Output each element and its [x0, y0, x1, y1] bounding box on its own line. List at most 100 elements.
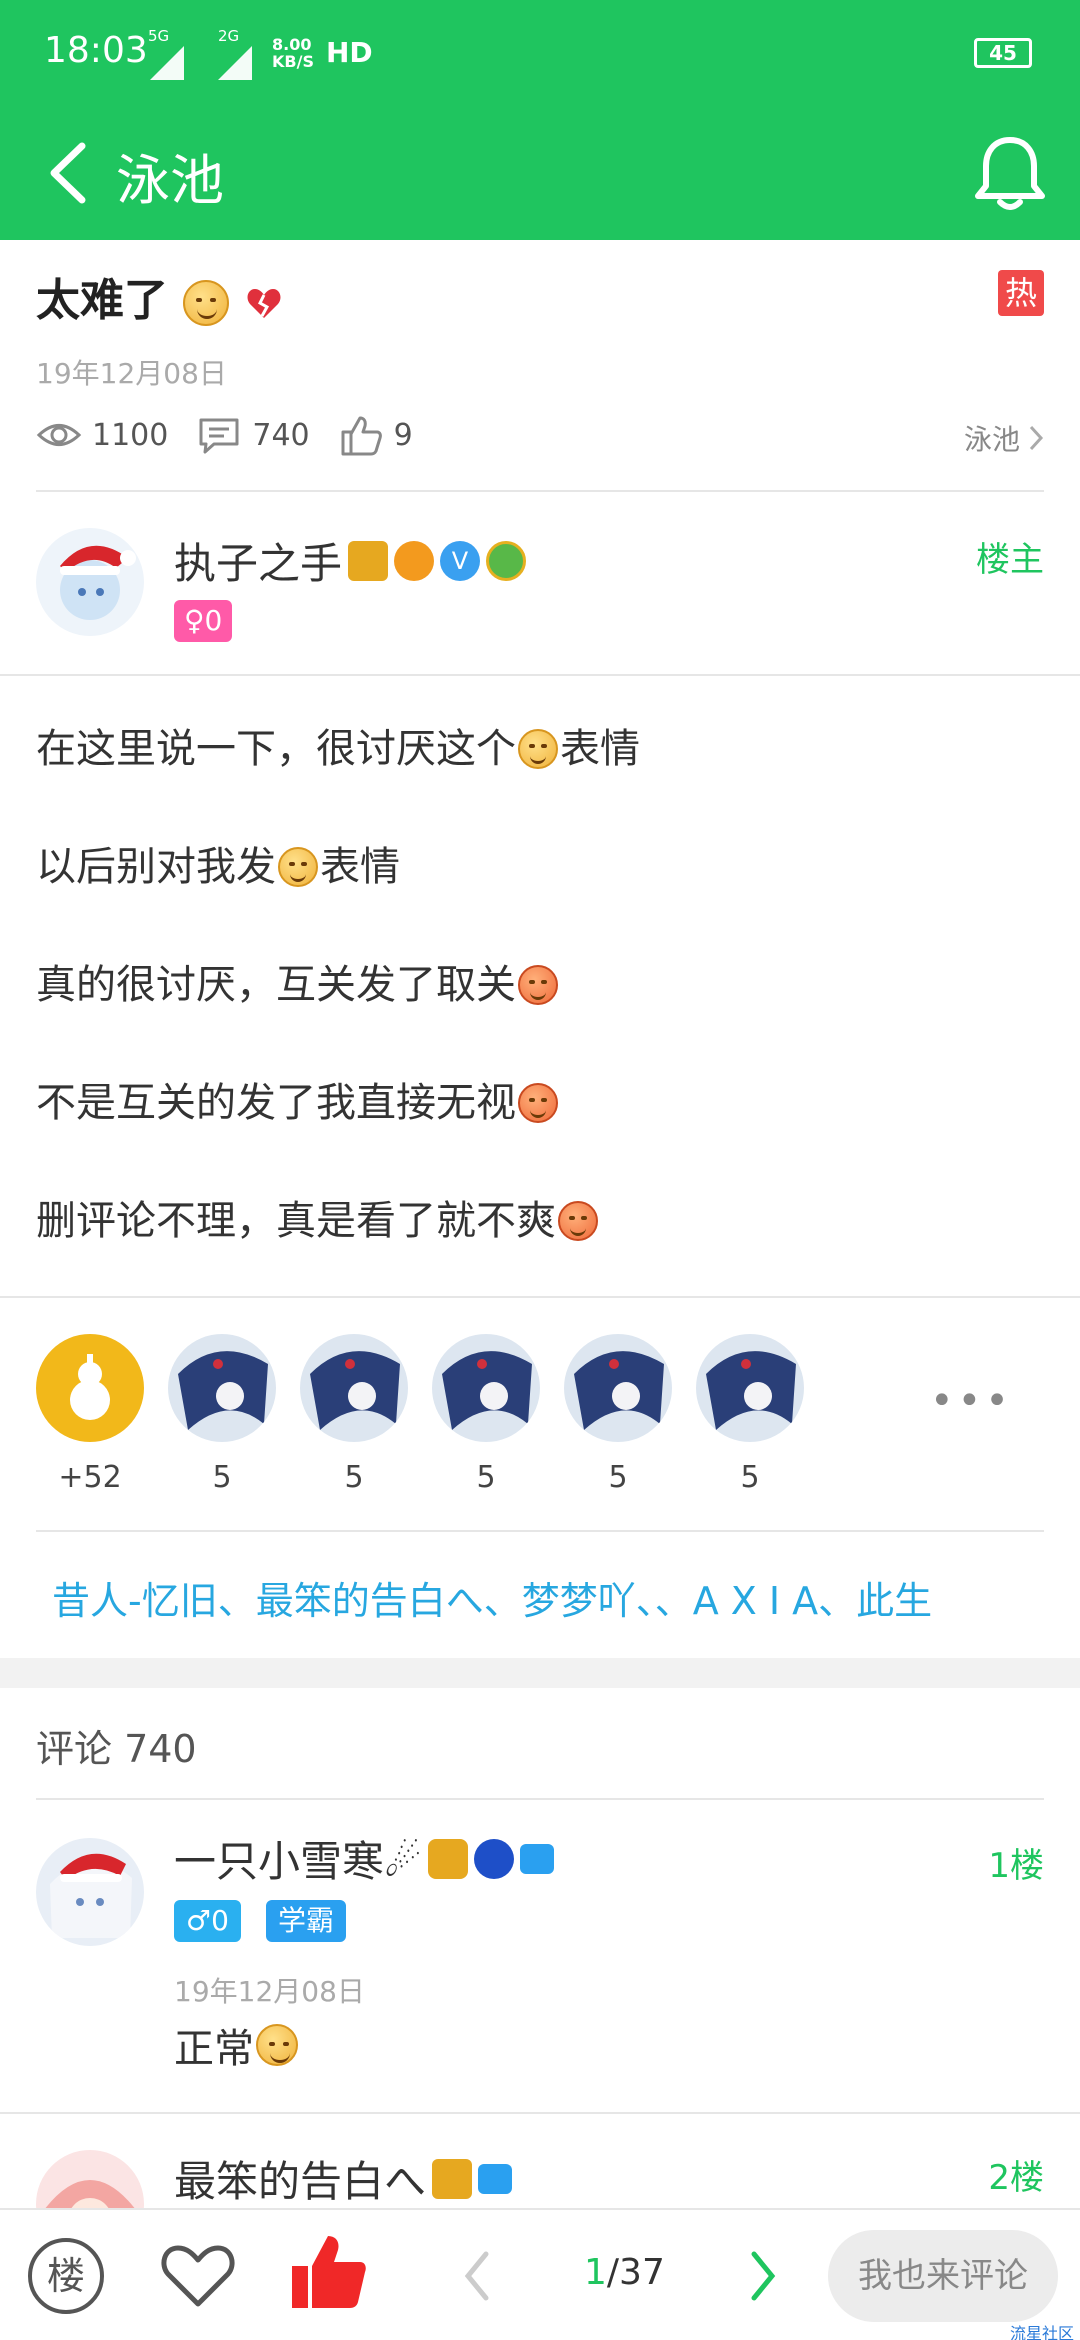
post-line-2: 以后别对我发 表情 — [36, 808, 1046, 926]
commenter-name[interactable]: 最笨的告白へ — [174, 2148, 513, 2208]
liker-avatar[interactable]: 5 — [696, 1334, 804, 1495]
network-speed-unit: KB/S — [272, 52, 314, 71]
post-line-5: 删评论不理，真是看了就不爽 — [36, 1162, 1046, 1280]
post-line-1-suffix: 表情 — [560, 726, 640, 772]
commenter-name-text: 最笨的告白へ — [174, 2157, 427, 2206]
page-title: 泳池 — [116, 149, 224, 212]
post-line-2-suffix: 表情 — [320, 844, 400, 890]
divider — [0, 674, 1080, 676]
rank-shield-icon — [348, 540, 389, 581]
page-indicator: 1/37 — [584, 2252, 665, 2293]
liker-avatar[interactable]: 5 — [564, 1334, 672, 1495]
gender-badge-male: ♂0 — [174, 1900, 241, 1942]
op-tag: 楼主 — [976, 540, 1044, 580]
verified-icon: V — [440, 540, 481, 581]
comment-item[interactable]: 一只小雪寒☄ ♂0 学霸 1楼 19年12月08日 正常 — [0, 1800, 1080, 2112]
crest-badge-icon — [486, 540, 527, 581]
author-avatar[interactable] — [36, 528, 144, 636]
board-link-label: 泳池 — [963, 423, 1020, 456]
liker-count: 5 — [740, 1460, 760, 1495]
comment-date: 19年12月08日 — [174, 1975, 365, 2008]
comment-item[interactable]: 最笨的告白へ 2楼 — [0, 2114, 1080, 2208]
views-count: 1100 — [92, 417, 169, 453]
broken-heart-icon — [247, 289, 281, 318]
favorite-heart-icon[interactable] — [160, 2240, 236, 2310]
status-time: 18:03 — [44, 30, 148, 71]
battery-icon: 45 — [974, 38, 1032, 68]
hot-badge: 热 — [998, 270, 1044, 316]
commenter-name-text: 一只小雪寒☄ — [174, 1837, 422, 1886]
next-page-icon[interactable] — [748, 2250, 778, 2302]
liker-avatar-image — [696, 1334, 804, 1442]
rank-shield-icon — [432, 2158, 473, 2199]
liker-count: 5 — [344, 1460, 364, 1495]
board-link[interactable]: 泳池 — [964, 418, 1044, 458]
liker-avatar[interactable]: 5 — [168, 1334, 276, 1495]
author-name[interactable]: 执子之手 V — [174, 530, 527, 591]
gourd-icon — [36, 1334, 144, 1442]
views-eye-icon — [36, 424, 82, 446]
floor-number: 2楼 — [988, 2158, 1044, 2198]
likes-count: 9 — [393, 417, 413, 453]
author-row[interactable]: 执子之手 V ♀0 楼主 — [0, 490, 1080, 670]
commenter-avatar[interactable] — [36, 1838, 144, 1946]
medal-icon — [394, 540, 435, 581]
signal-2g-icon — [218, 46, 252, 80]
divider — [0, 1296, 1080, 1298]
liker-count: 5 — [212, 1460, 232, 1495]
comment-bubble-icon — [199, 418, 239, 454]
commenter-name[interactable]: 一只小雪寒☄ — [174, 1828, 554, 1889]
liker-names[interactable]: 昔人-忆旧、最笨的告白へ、梦梦吖、、A X I A、此生 — [52, 1570, 932, 1625]
video-badge-icon — [519, 1843, 554, 1874]
gourd-reward-button[interactable]: +52 — [36, 1334, 144, 1495]
divider — [36, 1530, 1044, 1532]
section-gap — [0, 1658, 1080, 1688]
post-date: 19年12月08日 — [36, 357, 227, 390]
post-line-1-text: 在这里说一下，很讨厌这个 — [36, 726, 516, 772]
post-line-3-text: 真的很讨厌，互关发了取关 — [36, 962, 516, 1008]
post-line-3: 真的很讨厌，互关发了取关 — [36, 926, 1046, 1044]
smile-emoji-icon — [256, 2024, 298, 2066]
network-speed-value: 8.00 — [272, 35, 312, 54]
smile-emoji-icon — [518, 729, 558, 769]
watermark: 流星社区 — [1009, 2324, 1074, 2340]
angry-emoji-icon — [518, 1083, 558, 1123]
status-bar: 18:03 5G 2G 8.00 KB/S HD 45 — [0, 0, 1080, 110]
comments-header: 评论 740 — [36, 1727, 197, 1771]
app-header: 泳池 — [0, 110, 1080, 240]
post-line-4-text: 不是互关的发了我直接无视 — [36, 1080, 516, 1126]
bell-icon[interactable] — [972, 134, 1048, 214]
prev-page-icon[interactable] — [462, 2250, 492, 2302]
liker-avatar[interactable]: 5 — [300, 1334, 408, 1495]
liker-avatar-image — [432, 1334, 540, 1442]
floor-number: 1楼 — [988, 1846, 1044, 1886]
bottom-action-bar: 楼 1/37 我也来评论 — [0, 2208, 1080, 2340]
gender-badge-female: ♀0 — [174, 600, 233, 642]
liker-avatar-image — [300, 1334, 408, 1442]
likers-row: +52 5 5 5 5 5 ••• — [0, 1300, 1080, 1530]
network-speed: 8.00 KB/S — [272, 36, 314, 70]
title-badge: 学霸 — [266, 1900, 347, 1942]
post-line-2-text: 以后别对我发 — [36, 844, 276, 890]
post-title-text: 太难了 — [36, 275, 168, 326]
post-title: 太难了 — [36, 264, 283, 328]
liker-avatar-image — [564, 1334, 672, 1442]
avatar-badge-icon — [473, 1838, 514, 1879]
comment-text: 正常 — [174, 2016, 298, 2074]
comment-input-button[interactable]: 我也来评论 — [828, 2230, 1058, 2322]
post-line-4: 不是互关的发了我直接无视 — [36, 1044, 1046, 1162]
liker-avatar-image — [168, 1334, 276, 1442]
signal-5g-icon — [150, 46, 184, 80]
back-arrow-icon[interactable] — [40, 138, 100, 208]
more-likers-button[interactable]: ••• — [930, 1378, 1013, 1424]
signal-label-5g: 5G — [148, 27, 170, 45]
liker-count: 5 — [476, 1460, 496, 1495]
angry-emoji-icon — [518, 965, 558, 1005]
commenter-avatar[interactable] — [36, 2150, 144, 2208]
liker-avatar[interactable]: 5 — [432, 1334, 540, 1495]
like-thumb-icon[interactable] — [288, 2232, 368, 2312]
jump-to-floor-button[interactable]: 楼 — [28, 2238, 104, 2314]
comment-text-content: 正常 — [174, 2026, 254, 2072]
video-badge-icon — [478, 2163, 513, 2194]
chevron-right-icon — [1029, 425, 1044, 451]
